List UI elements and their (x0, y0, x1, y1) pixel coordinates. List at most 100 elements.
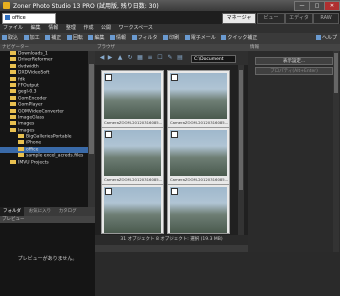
folder-tree-label: office (26, 147, 39, 153)
rotate-icon (66, 35, 72, 40)
folder-icon (10, 159, 16, 164)
folder-icon (18, 134, 24, 139)
menu-bar: ファイル 編集 情報 整理 作成 公開 ワークスペース (0, 24, 340, 33)
menu-create[interactable]: 作成 (80, 24, 96, 33)
up-folder-icon[interactable]: ▲ (117, 54, 123, 61)
toolbar-import-button[interactable]: 取込 (0, 33, 20, 44)
folder-tree-label: GomPlayer (18, 102, 43, 108)
thumbnail-checkbox[interactable] (171, 131, 178, 138)
folder-tree-label: Downloads_1 (18, 51, 48, 57)
display-settings-button[interactable]: 表示設定... (255, 57, 333, 65)
thumbnail-grid-scroll-thumb[interactable] (239, 70, 243, 190)
menu-workspace[interactable]: ワークスペース (116, 24, 156, 33)
folder-tree-item[interactable]: IMVU Projects (0, 159, 88, 166)
thumbnail-checkbox[interactable] (105, 74, 112, 81)
toolbar-process-button[interactable]: 加工 (22, 33, 42, 44)
folder-tree-label: BigGalleriesPortable (26, 134, 72, 140)
menu-organize[interactable]: 整理 (63, 24, 79, 33)
view-mode-icon[interactable]: ▦ (137, 54, 143, 61)
toolbar-email-button[interactable]: 電子メール (183, 33, 218, 44)
toolbar-info-button[interactable]: 情報 (108, 33, 128, 44)
folder-icon (10, 102, 16, 107)
toolbar-print-button[interactable]: 印刷 (161, 33, 181, 44)
tab-manager[interactable]: マネージャ (222, 13, 256, 24)
folder-tree-label: GomEncoder (18, 96, 48, 102)
menu-publish[interactable]: 公開 (98, 24, 114, 33)
thumbnail-item[interactable]: CameraZOOM-20120316085... (167, 70, 230, 128)
thumbnail-item[interactable] (101, 184, 164, 234)
folder-tree-label: iPhone (26, 140, 42, 146)
thumbnail-grid: CameraZOOM-20120316085... CameraZOOM-201… (95, 65, 248, 235)
minimize-button[interactable]: — (294, 1, 310, 11)
thumbnail-caption: CameraZOOM-20120316085... (104, 177, 163, 182)
folder-icon (10, 108, 16, 113)
thumbnail-item[interactable]: CameraZOOM-20120316085... (101, 127, 164, 185)
folder-icon (10, 57, 16, 62)
tab-folders[interactable]: フォルダ (0, 207, 24, 216)
path-combo[interactable]: C:\Document (191, 55, 236, 63)
left-pane-tabs: フォルダ お気に入り カタログ (0, 207, 95, 216)
menu-info[interactable]: 情報 (45, 24, 61, 33)
edit-icon (88, 35, 94, 40)
status-bar: 31 オブジェクト 8 オブジェクト: 選択 (19.3 MB) (95, 235, 248, 245)
close-button[interactable]: ✕ (324, 1, 340, 11)
toolbar-edit-button[interactable]: 編集 (86, 33, 106, 44)
document-tab-label: office (12, 15, 26, 21)
select-icon[interactable]: ☐ (157, 54, 163, 61)
thumbnail-caption: CameraZOOM-20120316085... (170, 177, 229, 182)
thumbnail-caption: CameraZOOM-20120316085... (104, 120, 163, 125)
import-icon (2, 35, 7, 40)
folder-icon (18, 146, 24, 151)
folder-tree-label: Images (18, 128, 35, 134)
back-icon[interactable]: ◀ (99, 54, 105, 61)
tools-icon[interactable]: ✎ (167, 54, 173, 61)
tab-favorites[interactable]: お気に入り (26, 207, 55, 216)
right-pane (248, 51, 340, 252)
thumbnail-item[interactable]: CameraZOOM-20120316085... (167, 127, 230, 185)
navigator-header: ナビゲーター (0, 44, 95, 51)
thumbnail-checkbox[interactable] (105, 188, 112, 195)
folder-tree-label: DXDVideoSoft (18, 70, 50, 76)
toolbar-correct-button[interactable]: 補正 (43, 33, 63, 44)
folder-icon (18, 153, 24, 158)
info-icon (110, 35, 116, 40)
document-tab-office[interactable]: office (2, 13, 56, 24)
info-header: 情報 (248, 44, 340, 51)
menu-file[interactable]: ファイル (0, 24, 26, 33)
thumbnail-photo (104, 73, 161, 119)
toolbar-help-button[interactable]: ヘルプ (315, 33, 337, 44)
preview-header: プレビュー (0, 216, 97, 223)
folder-icon (10, 70, 16, 75)
thumbnail-photo (170, 130, 227, 176)
folder-tree-label: ImageGlass (18, 115, 45, 121)
folder-tree[interactable]: Downloads_1 DriverReformer dvdwidth DXDVide… (0, 51, 88, 207)
tab-editor[interactable]: エディタ (285, 13, 313, 24)
refresh-icon[interactable]: ↻ (127, 54, 133, 61)
thumbnail-item[interactable] (167, 184, 230, 234)
toolbar-quickfix-button[interactable]: クイック補正 (219, 33, 259, 44)
maximize-button[interactable]: □ (309, 1, 325, 11)
tab-catalog[interactable]: カタログ (56, 207, 80, 216)
thumbnail-item[interactable]: CameraZOOM-20120316085... (101, 70, 164, 128)
right-pane-scroll-thumb[interactable] (334, 53, 338, 93)
tab-viewer[interactable]: ビュー (257, 13, 285, 24)
browser-header: ブラウザ (95, 44, 250, 51)
folder-tree-scroll-thumb[interactable] (89, 64, 94, 154)
thumbnail-checkbox[interactable] (171, 188, 178, 195)
folder-icon (10, 63, 16, 68)
properties-button[interactable]: プロパティ(Alt+Enter) (255, 67, 333, 75)
toolbar-filter-button[interactable]: フィルタ (130, 33, 160, 44)
folder-icon (10, 114, 16, 119)
filter-icon (131, 35, 137, 40)
thumbnail-checkbox[interactable] (171, 74, 178, 81)
folder-browse-icon[interactable]: ▤ (177, 54, 183, 61)
tab-raw[interactable]: RAW (313, 13, 339, 24)
email-icon (184, 35, 190, 40)
folder-tree-label: sample excel_acreds.files (26, 153, 84, 159)
folder-icon (10, 89, 16, 94)
menu-edit[interactable]: 編集 (28, 24, 44, 33)
toolbar-rotate-button[interactable]: 回転 (65, 33, 85, 44)
thumbnail-checkbox[interactable] (105, 131, 112, 138)
forward-icon[interactable]: ▶ (107, 54, 113, 61)
sort-icon[interactable]: ≡ (147, 54, 153, 61)
